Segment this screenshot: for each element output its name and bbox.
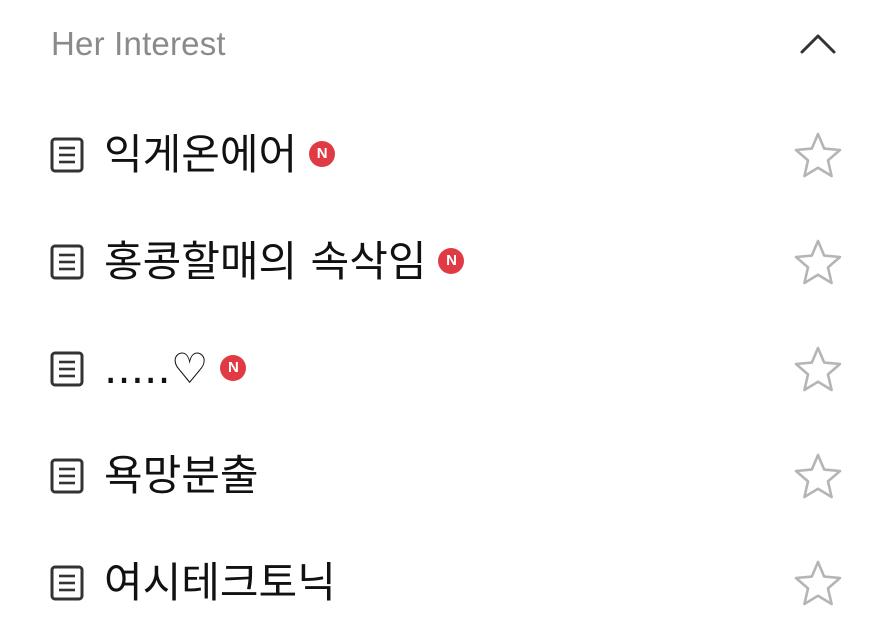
star-icon[interactable] bbox=[792, 237, 844, 289]
new-badge: N bbox=[438, 248, 465, 274]
board-name: 홍콩할매의 속삭임 bbox=[104, 237, 427, 286]
board-label-wrap: 홍콩할매의 속삭임 N bbox=[104, 234, 465, 290]
star-icon[interactable] bbox=[792, 344, 844, 396]
star-icon[interactable] bbox=[792, 451, 844, 503]
board-row[interactable]: 욕망분출 bbox=[0, 421, 894, 528]
new-badge: N bbox=[220, 355, 247, 381]
document-icon bbox=[50, 137, 84, 173]
document-icon bbox=[50, 565, 84, 601]
board-label-wrap: .....♡ N bbox=[104, 341, 247, 397]
document-icon bbox=[50, 458, 84, 494]
board-name: 여시테크토닉 bbox=[104, 558, 336, 607]
new-badge: N bbox=[309, 141, 336, 167]
board-label-wrap: 욕망분출 bbox=[104, 448, 259, 504]
board-label-wrap: 익게온에어 N bbox=[104, 127, 336, 183]
section-title: Her Interest bbox=[51, 25, 226, 62]
star-icon[interactable] bbox=[792, 130, 844, 182]
section-header: Her Interest bbox=[0, 0, 894, 92]
board-row[interactable]: .....♡ N bbox=[0, 314, 894, 421]
board-row[interactable]: 익게온에어 N bbox=[0, 100, 894, 207]
board-name: .....♡ bbox=[104, 344, 209, 393]
board-row[interactable]: 여시테크토닉 bbox=[0, 528, 894, 635]
board-name: 욕망분출 bbox=[104, 451, 259, 500]
document-icon bbox=[50, 244, 84, 280]
board-label-wrap: 여시테크토닉 bbox=[104, 555, 336, 611]
document-icon bbox=[50, 351, 84, 387]
board-row[interactable]: 홍콩할매의 속삭임 N bbox=[0, 207, 894, 314]
board-name: 익게온에어 bbox=[104, 130, 298, 179]
star-icon[interactable] bbox=[792, 558, 844, 610]
chevron-up-icon[interactable] bbox=[796, 26, 840, 62]
board-list: 익게온에어 N 홍콩할매의 속삭임 N .....♡ N 욕망분출 여시테크토닉 bbox=[0, 100, 894, 635]
